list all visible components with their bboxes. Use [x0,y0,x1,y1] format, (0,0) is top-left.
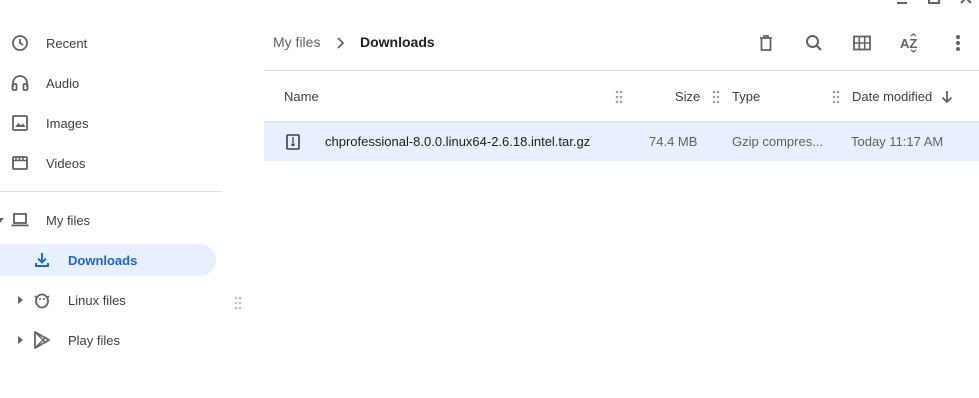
breadcrumb-current[interactable]: Downloads [360,34,435,50]
column-resize-handle[interactable] [832,90,840,104]
column-header-size[interactable]: Size [675,89,700,104]
column-header-name[interactable]: Name [284,89,319,104]
sidebar-item-label: Recent [46,35,88,51]
chevron-right-icon [335,36,347,50]
search-icon[interactable] [802,31,826,55]
sidebar-item-label: Downloads [68,252,138,268]
sidebar-item-recent[interactable]: Recent [0,27,216,59]
image-icon [10,113,30,133]
sidebar-item-label: Audio [46,75,80,91]
sidebar-divider [0,191,222,192]
column-resize-handle[interactable] [712,90,720,104]
sidebar-item-label: My files [46,212,91,228]
sidebar-item-label: Images [46,115,89,131]
sort-az-icon[interactable]: AZ [898,31,922,55]
sidebar-item-label: Play files [68,332,121,348]
clock-icon [10,33,30,53]
arrow-down-icon[interactable] [940,89,954,105]
download-icon [32,250,52,270]
header-divider [264,70,979,71]
maximize-icon[interactable] [927,0,941,5]
sidebar-item-my-files[interactable]: My files [0,204,216,236]
sidebar-item-videos[interactable]: Videos [0,147,216,179]
film-icon [10,153,30,173]
headphones-icon [10,73,30,93]
column-header-type[interactable]: Type [732,89,760,104]
file-name: chprofessional-8.0.0.linux64-2.6.18.inte… [325,134,591,149]
sidebar-item-play-files[interactable]: Play files [0,324,216,356]
archive-file-icon [286,134,300,150]
file-type: Gzip compres... [732,134,824,149]
chevron-right-icon[interactable] [16,296,24,304]
sidebar-item-images[interactable]: Images [0,107,216,139]
chevron-right-icon[interactable] [16,336,24,344]
sidebar-item-audio[interactable]: Audio [0,67,216,99]
breadcrumb-root[interactable]: My files [273,34,320,50]
trash-icon[interactable] [754,31,778,55]
minimize-icon[interactable] [895,0,909,5]
chevron-down-icon[interactable] [0,216,4,224]
column-header-date[interactable]: Date modified [852,89,932,104]
penguin-icon [32,290,52,310]
play-store-icon [32,330,52,350]
grid-view-icon[interactable] [850,31,874,55]
close-icon[interactable] [959,0,973,5]
sidebar-item-label: Linux files [68,292,126,308]
sidebar-item-label: Videos [46,155,86,171]
column-resize-handle[interactable] [615,90,623,104]
file-date: Today 11:17 AM [851,134,944,149]
sidebar-item-downloads[interactable]: Downloads [0,244,216,276]
sidebar-item-linux-files[interactable]: Linux files [0,284,216,316]
laptop-icon [10,210,30,230]
more-vert-icon[interactable] [946,31,970,55]
svg-text:AZ: AZ [900,36,917,51]
sidebar-resize-handle[interactable] [234,296,242,310]
file-size: 74.4 MB [649,134,698,149]
